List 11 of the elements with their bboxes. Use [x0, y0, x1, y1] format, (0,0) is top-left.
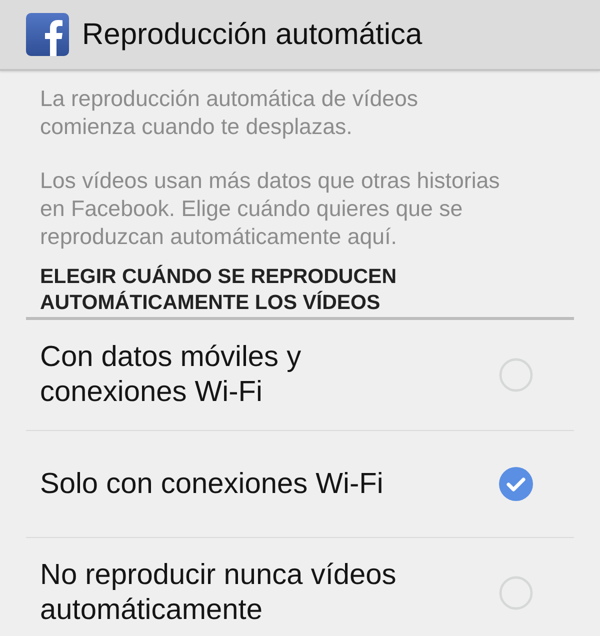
option-label: Con datos móviles y conexiones Wi-Fi — [40, 340, 302, 410]
radio-button[interactable] — [499, 467, 533, 501]
radio-button[interactable] — [499, 576, 533, 610]
section-heading: ELEGIR CUÁNDO SE REPRODUCEN AUTOMÁTICAMENTE LOS VÍDEOS — [40, 264, 398, 316]
option-label: Solo con conexiones Wi-Fi — [40, 466, 384, 502]
screen-title: Reproducción automática — [82, 18, 422, 52]
description-text: Los vídeos usan más datos que otras historias en Facebook. Elige cuándo quieres que se reproduzcan automáticamente aquí. — [40, 167, 501, 251]
radio-button[interactable] — [499, 358, 533, 392]
description-text: La reproducción automática de vídeos comienza cuando te desplazas. — [40, 85, 420, 141]
app-logo-icon — [26, 13, 69, 56]
option-label: No reproducir nunca vídeos automáticamente — [40, 558, 398, 628]
